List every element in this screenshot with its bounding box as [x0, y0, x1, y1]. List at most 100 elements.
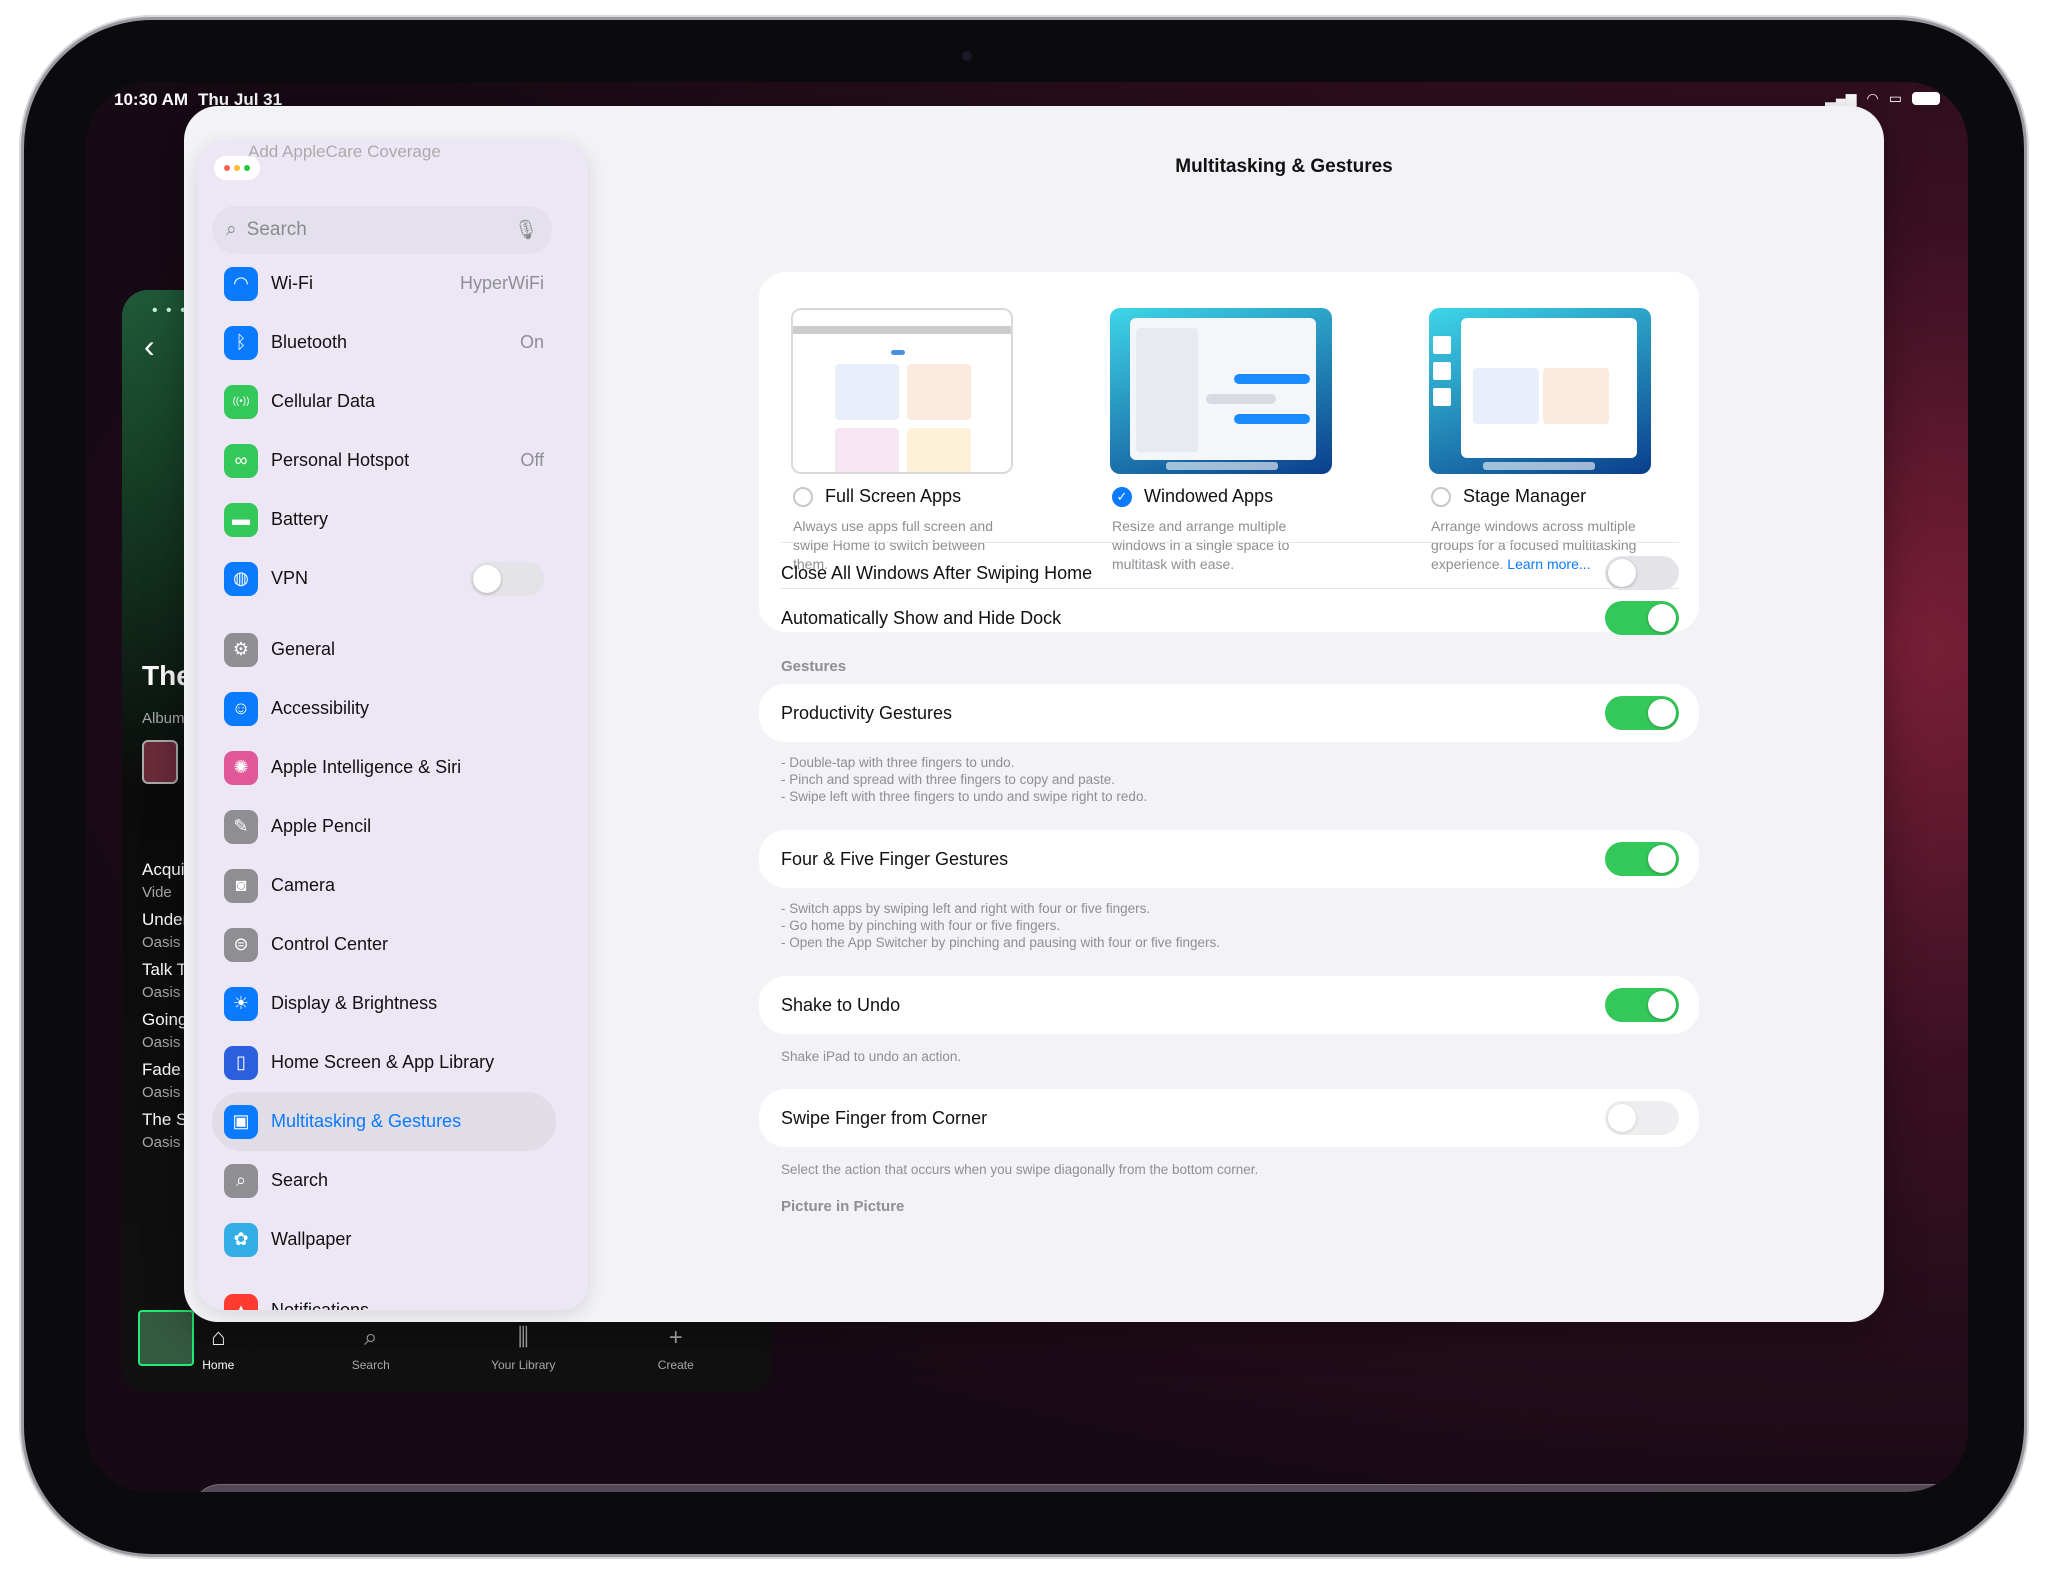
toggle-switch[interactable]: [1605, 696, 1679, 730]
sidebar-item-accessibility[interactable]: ☺ Accessibility: [212, 679, 556, 738]
applecare-row-faded[interactable]: Add AppleCare Coverage: [248, 142, 441, 162]
search-field[interactable]: ⌕ Search 🎙︎: [212, 206, 552, 254]
toggle-switch[interactable]: [1605, 601, 1679, 635]
back-chevron-icon[interactable]: ‹: [144, 328, 155, 365]
sidebar-item-label: Search: [271, 1170, 329, 1190]
mode-label: Windowed Apps: [1144, 486, 1274, 506]
full-screen-preview: [791, 308, 1013, 474]
sidebar-item-notifications[interactable]: ▲ Notifications: [212, 1281, 556, 1310]
sidebar-item-display-brightness[interactable]: ☀ Display & Brightness: [212, 974, 556, 1033]
sidebar-item-label: Battery: [271, 509, 329, 529]
mode-label-row[interactable]: Stage Manager: [1431, 486, 1683, 507]
window-controls[interactable]: [214, 156, 260, 180]
sidebar-item-value: Off: [520, 450, 544, 470]
magnifier-icon: ⌕: [224, 1163, 258, 1198]
swipe-corner-row[interactable]: Swipe Finger from Corner: [759, 1089, 1699, 1147]
sun-icon: ☀: [224, 986, 258, 1021]
sidebar-item-home-screen-app-library[interactable]: ▯ Home Screen & App Library: [212, 1033, 556, 1092]
setting-label: Productivity Gestures: [781, 702, 953, 723]
four-five-finger-row[interactable]: Four & Five Finger Gestures: [759, 830, 1699, 888]
footer-line: Select the action that occurs when you s…: [781, 1162, 1259, 1177]
tab-label: Search: [351, 1358, 390, 1372]
sidebar-item-search[interactable]: ⌕ Search: [212, 1151, 556, 1210]
track-artist: Oasis: [142, 1034, 181, 1051]
tab-library[interactable]: ⫼ Your Library: [463, 1324, 583, 1372]
sidebar-item-personal-hotspot[interactable]: ∞ Personal Hotspot Off: [212, 431, 556, 490]
sidebar-item-label: Wallpaper: [271, 1229, 352, 1249]
close-dot[interactable]: [224, 165, 230, 171]
tab-label: Create: [657, 1358, 694, 1372]
sidebar-item-camera[interactable]: ◙ Camera: [212, 856, 556, 915]
windowed-preview: [1110, 308, 1332, 474]
toggle-switch[interactable]: [1605, 1101, 1679, 1135]
nav-group-gap: [212, 608, 556, 620]
sidebar-item-label: Apple Pencil: [271, 816, 372, 836]
sidebar-item-wi-fi[interactable]: ◠ Wi-Fi HyperWiFi: [212, 254, 556, 313]
shake-to-undo-row[interactable]: Shake to Undo: [759, 976, 1699, 1034]
sidebar-item-vpn[interactable]: ◍ VPN: [212, 549, 556, 608]
sidebar-item-label: VPN: [271, 568, 309, 588]
mode-option-stage-manager[interactable]: Stage Manager Arrange windows across mul…: [1423, 308, 1683, 574]
setting-label: Swipe Finger from Corner: [781, 1107, 988, 1128]
ipad-screen: 10:30 AM Thu Jul 31 ▂▄▆ ◠ ▭ • • • ‹ The …: [86, 82, 1968, 1492]
sidebar-item-label: Wi-Fi: [271, 273, 313, 293]
sidebar-item-value: On: [519, 332, 544, 352]
track-title[interactable]: Acqui: [142, 860, 185, 880]
home-icon: ⌂: [211, 1324, 226, 1351]
vpn-toggle[interactable]: [470, 561, 544, 596]
microphone-icon[interactable]: 🎙︎: [514, 218, 538, 242]
mode-label: Stage Manager: [1463, 486, 1587, 506]
sidebar-item-apple-pencil[interactable]: ✎ Apple Pencil: [212, 797, 556, 856]
multitasking-mode-card: Full Screen Apps Always use apps full sc…: [759, 272, 1699, 635]
sidebar-item-battery[interactable]: ▬ Battery: [212, 490, 556, 549]
sidebar-item-value: HyperWiFi: [460, 273, 544, 293]
maximize-dot[interactable]: [244, 165, 250, 171]
sidebar-item-wallpaper[interactable]: ✿ Wallpaper: [212, 1210, 556, 1269]
checkmark-icon[interactable]: ✓: [1112, 486, 1132, 507]
search-icon: ⌕: [364, 1324, 378, 1351]
link-icon: ∞: [224, 443, 258, 478]
flower-icon: ✿: [224, 1222, 258, 1257]
track-title[interactable]: Under: [142, 910, 188, 930]
sidebar-item-label: Multitasking & Gestures: [271, 1111, 462, 1131]
mode-option-full-screen[interactable]: Full Screen Apps Always use apps full sc…: [785, 308, 1045, 574]
sidebar-item-label: General: [271, 639, 336, 659]
swipe-corner-card: Swipe Finger from Corner: [759, 1089, 1699, 1147]
sidebar-item-control-center[interactable]: ⊜ Control Center: [212, 915, 556, 974]
track-artist: Oasis: [142, 1134, 181, 1151]
track-title[interactable]: The S: [142, 1110, 187, 1130]
siri-icon: ✺: [224, 750, 258, 785]
track-title[interactable]: Going: [142, 1010, 187, 1030]
radio-unchecked[interactable]: [793, 486, 813, 507]
mode-label-row[interactable]: Full Screen Apps: [793, 486, 1045, 507]
radio-unchecked[interactable]: [1431, 486, 1451, 507]
page-title: Multitasking & Gestures: [1175, 156, 1393, 177]
setting-label: Automatically Show and Hide Dock: [781, 607, 1062, 628]
sidebar-item-apple-intelligence-siri[interactable]: ✺ Apple Intelligence & Siri: [212, 738, 556, 797]
footer-line: - Go home by pinching with four or five …: [781, 918, 1061, 933]
mode-label-row[interactable]: ✓ Windowed Apps: [1112, 486, 1364, 507]
window-controls[interactable]: • • •: [152, 302, 188, 320]
auto-hide-dock-row[interactable]: Automatically Show and Hide Dock: [759, 572, 1699, 635]
minimize-dot[interactable]: [234, 165, 240, 171]
toggle-switch[interactable]: [1605, 842, 1679, 876]
sidebar-item-bluetooth[interactable]: ᛒ Bluetooth On: [212, 313, 556, 372]
sidebar-item-cellular-data[interactable]: ((•)) Cellular Data: [212, 372, 556, 431]
tab-home[interactable]: ⌂ Home: [158, 1324, 278, 1372]
bell-icon: ▲: [224, 1293, 258, 1310]
productivity-gestures-row[interactable]: Productivity Gestures: [759, 684, 1699, 742]
mode-option-windowed[interactable]: ✓ Windowed Apps Resize and arrange multip…: [1104, 308, 1364, 574]
track-artist: Vide: [142, 884, 172, 901]
sidebar-item-general[interactable]: ⚙ General: [212, 620, 556, 679]
accessibility-icon: ☺: [224, 691, 258, 726]
tab-search[interactable]: ⌕ Search: [311, 1324, 431, 1372]
footer-line: - Swipe left with three fingers to undo …: [781, 789, 1148, 804]
tab-create[interactable]: + Create: [616, 1324, 736, 1372]
track-artist: Oasis: [142, 934, 181, 951]
sidebar-item-label: Bluetooth: [271, 332, 348, 352]
gestures-section-header: Gestures: [781, 658, 847, 675]
sidebar-item-multitasking-gestures[interactable]: ▣ Multitasking & Gestures: [212, 1092, 556, 1151]
switches-icon: ⊜: [224, 927, 258, 962]
toggle-switch[interactable]: [1605, 988, 1679, 1022]
gear-icon: ⚙: [224, 632, 258, 667]
